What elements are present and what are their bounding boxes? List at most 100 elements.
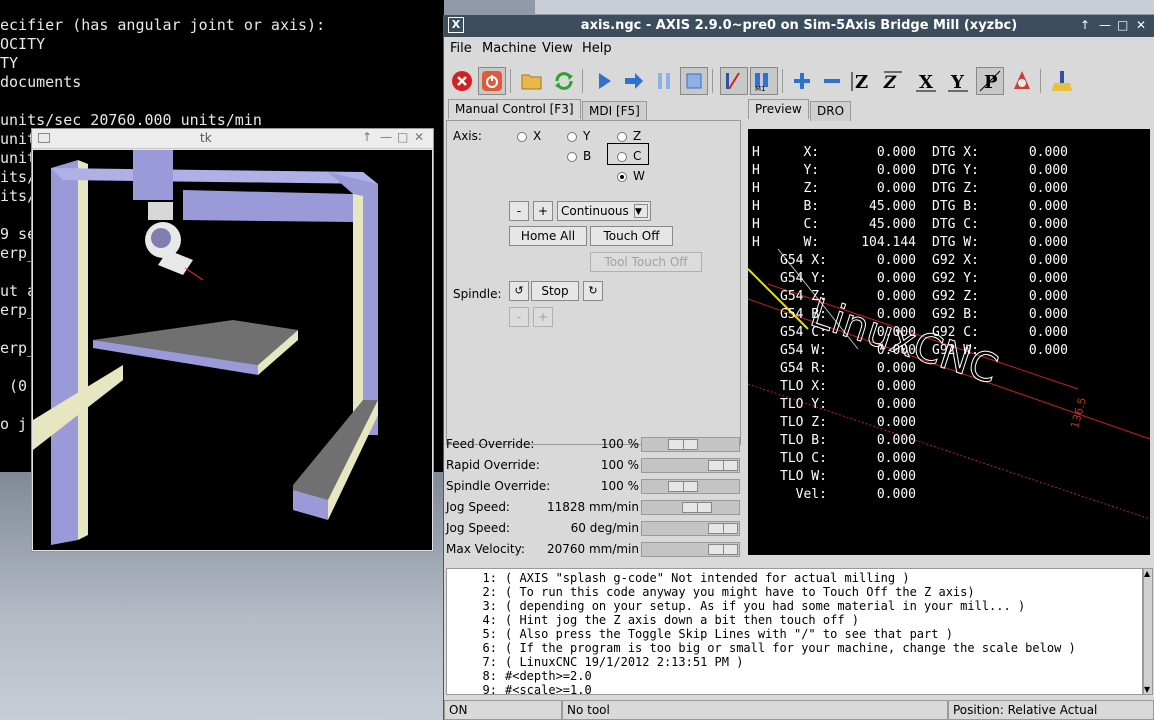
slider-thumb[interactable] [708, 544, 738, 555]
slider-thumb[interactable] [708, 523, 738, 534]
dro-dval: 0.000 [1028, 271, 1068, 286]
axis-window[interactable]: X axis.ngc - AXIS 2.9.0~pre0 on Sim-5Axi… [443, 15, 1154, 720]
gcode-line[interactable]: #<scale>=1.0 [505, 683, 592, 697]
axis-maximize-icon[interactable]: □ [1117, 18, 1128, 32]
view-p-icon[interactable]: P [976, 67, 1004, 95]
gcode-listing[interactable]: 1: ( AXIS "splash g-code" Not intended fo… [446, 568, 1143, 697]
override-slider[interactable] [641, 437, 740, 452]
spindle-stop-button[interactable]: Stop [531, 281, 579, 301]
tk-shade-icon[interactable]: ↑ [362, 130, 372, 144]
stop-icon[interactable] [680, 67, 708, 95]
rotate-view-icon[interactable] [1008, 67, 1036, 95]
tab-manual-control[interactable]: Manual Control [F3] [448, 99, 581, 119]
view-z2-icon[interactable]: Z [880, 67, 908, 95]
spindle-reverse-icon[interactable]: ↺ [509, 281, 529, 301]
power-icon[interactable] [478, 67, 506, 95]
menu-machine[interactable]: Machine [482, 41, 536, 56]
view-z-icon[interactable]: Z [848, 67, 876, 95]
dro-mid: G54 Z: [780, 289, 827, 304]
tk-titlebar[interactable]: tk ↑ — □ ✕ [32, 129, 433, 149]
tab-mdi[interactable]: MDI [F5] [582, 101, 647, 121]
optional-stop-icon[interactable]: M1 [750, 67, 778, 95]
jog-plus-button[interactable]: + [533, 201, 553, 221]
tab-preview[interactable]: Preview [748, 99, 809, 119]
gcode-line[interactable]: ( depending on your setup. As if you had… [505, 599, 1025, 613]
gcode-line[interactable]: ( If the program is too big or small for… [505, 641, 1076, 655]
preview-canvas[interactable]: LinuxCNC 136.5 H X: 0.000 DTG X: 0.000 H Y: 0… [748, 129, 1150, 555]
axis-minimize-icon[interactable]: — [1099, 18, 1111, 32]
slider-thumb[interactable] [668, 439, 698, 450]
pause-icon[interactable] [650, 67, 678, 95]
dro-mid: TLO X: [780, 379, 827, 394]
zoom-in-icon[interactable] [788, 67, 816, 95]
menu-help[interactable]: Help [582, 41, 612, 56]
tk-window[interactable]: tk ↑ — □ ✕ [31, 128, 434, 552]
tab-dro[interactable]: DRO [810, 101, 852, 121]
dro-val: 0.000 [876, 379, 916, 394]
gcode-line[interactable]: ( LinuxCNC 19/1/2012 2:13:51 PM ) [505, 655, 743, 669]
gcode-scrollbar[interactable]: ▲ ▼ [1143, 568, 1153, 695]
dro-val: 0.000 [876, 487, 916, 502]
slider-thumb[interactable] [668, 481, 698, 492]
step-icon[interactable] [620, 67, 648, 95]
jog-mode-select[interactable]: Continuous ▼ [557, 201, 651, 221]
dro-mid: TLO W: [780, 469, 827, 484]
dro-pre: H [752, 199, 760, 214]
radio-axis-b[interactable] [567, 152, 577, 162]
gcode-line[interactable]: ( AXIS "splash g-code" Not intended for … [505, 571, 910, 585]
dro-dtg: DTG B: [932, 199, 979, 214]
override-slider[interactable] [641, 521, 740, 536]
scroll-up-icon[interactable]: ▲ [1144, 569, 1150, 578]
radio-axis-w[interactable] [617, 172, 627, 182]
gcode-line[interactable]: ( To run this code anyway you might have… [505, 585, 975, 599]
tk-minimize-icon[interactable]: — [380, 130, 392, 144]
machine-3d-view[interactable] [33, 150, 432, 550]
dro-dtg: DTG X: [932, 145, 979, 160]
tool-touch-off-button[interactable]: Tool Touch Off [590, 252, 702, 272]
override-slider[interactable] [641, 542, 740, 557]
override-slider[interactable] [641, 458, 740, 473]
open-file-icon[interactable] [518, 67, 546, 95]
view-y-icon[interactable]: Y [944, 67, 972, 95]
radio-axis-y-label: Y [583, 129, 591, 143]
slider-thumb[interactable] [682, 502, 712, 513]
scroll-down-icon[interactable]: ▼ [1144, 685, 1150, 694]
gcode-line[interactable]: ( Hint jog the Z axis down a bit then to… [505, 613, 859, 627]
zoom-out-icon[interactable] [818, 67, 846, 95]
dro-dtg: G92 Z: [932, 289, 979, 304]
skip-lines-icon[interactable] [720, 67, 748, 95]
menu-view[interactable]: View [542, 41, 573, 56]
spindle-plus-button[interactable]: + [533, 307, 553, 327]
jog-minus-button[interactable]: - [509, 201, 529, 221]
dro-dtg: DTG C: [932, 217, 979, 232]
radio-axis-y[interactable] [567, 132, 577, 142]
axis-title: axis.ngc - AXIS 2.9.0~pre0 on Sim-5Axis … [580, 18, 1018, 33]
axis-close-icon[interactable]: ✕ [1136, 18, 1146, 32]
radio-axis-x[interactable] [517, 132, 527, 142]
gcode-line[interactable]: #<depth>=2.0 [505, 669, 592, 683]
clear-plot-icon[interactable] [1048, 67, 1076, 95]
tk-close-icon[interactable]: ✕ [414, 130, 424, 144]
menu-file[interactable]: File [450, 41, 472, 56]
touch-off-button[interactable]: Touch Off [590, 226, 673, 246]
override-slider[interactable] [641, 500, 740, 515]
tk-maximize-icon[interactable]: □ [397, 130, 408, 144]
terminal-line: OCITY [0, 35, 46, 53]
axis-titlebar[interactable]: X axis.ngc - AXIS 2.9.0~pre0 on Sim-5Axi… [444, 15, 1154, 37]
spindle-forward-icon[interactable]: ↻ [583, 281, 603, 301]
home-all-button[interactable]: Home All [509, 226, 587, 246]
tk-title: tk [200, 131, 212, 145]
gcode-line[interactable]: ( Also press the Toggle Skip Lines with … [505, 627, 953, 641]
dro-mid: Z: [780, 181, 820, 196]
radio-axis-c[interactable] [617, 152, 627, 162]
tk-window-icon [38, 133, 50, 143]
spindle-minus-button[interactable]: - [509, 307, 529, 327]
run-icon[interactable] [590, 67, 618, 95]
estop-icon[interactable] [448, 67, 476, 95]
axis-shade-icon[interactable]: ↑ [1080, 18, 1090, 32]
slider-thumb[interactable] [708, 460, 738, 471]
view-x-icon[interactable]: X [912, 67, 940, 95]
override-slider[interactable] [641, 479, 740, 494]
radio-axis-z[interactable] [617, 132, 627, 142]
reload-icon[interactable] [550, 67, 578, 95]
